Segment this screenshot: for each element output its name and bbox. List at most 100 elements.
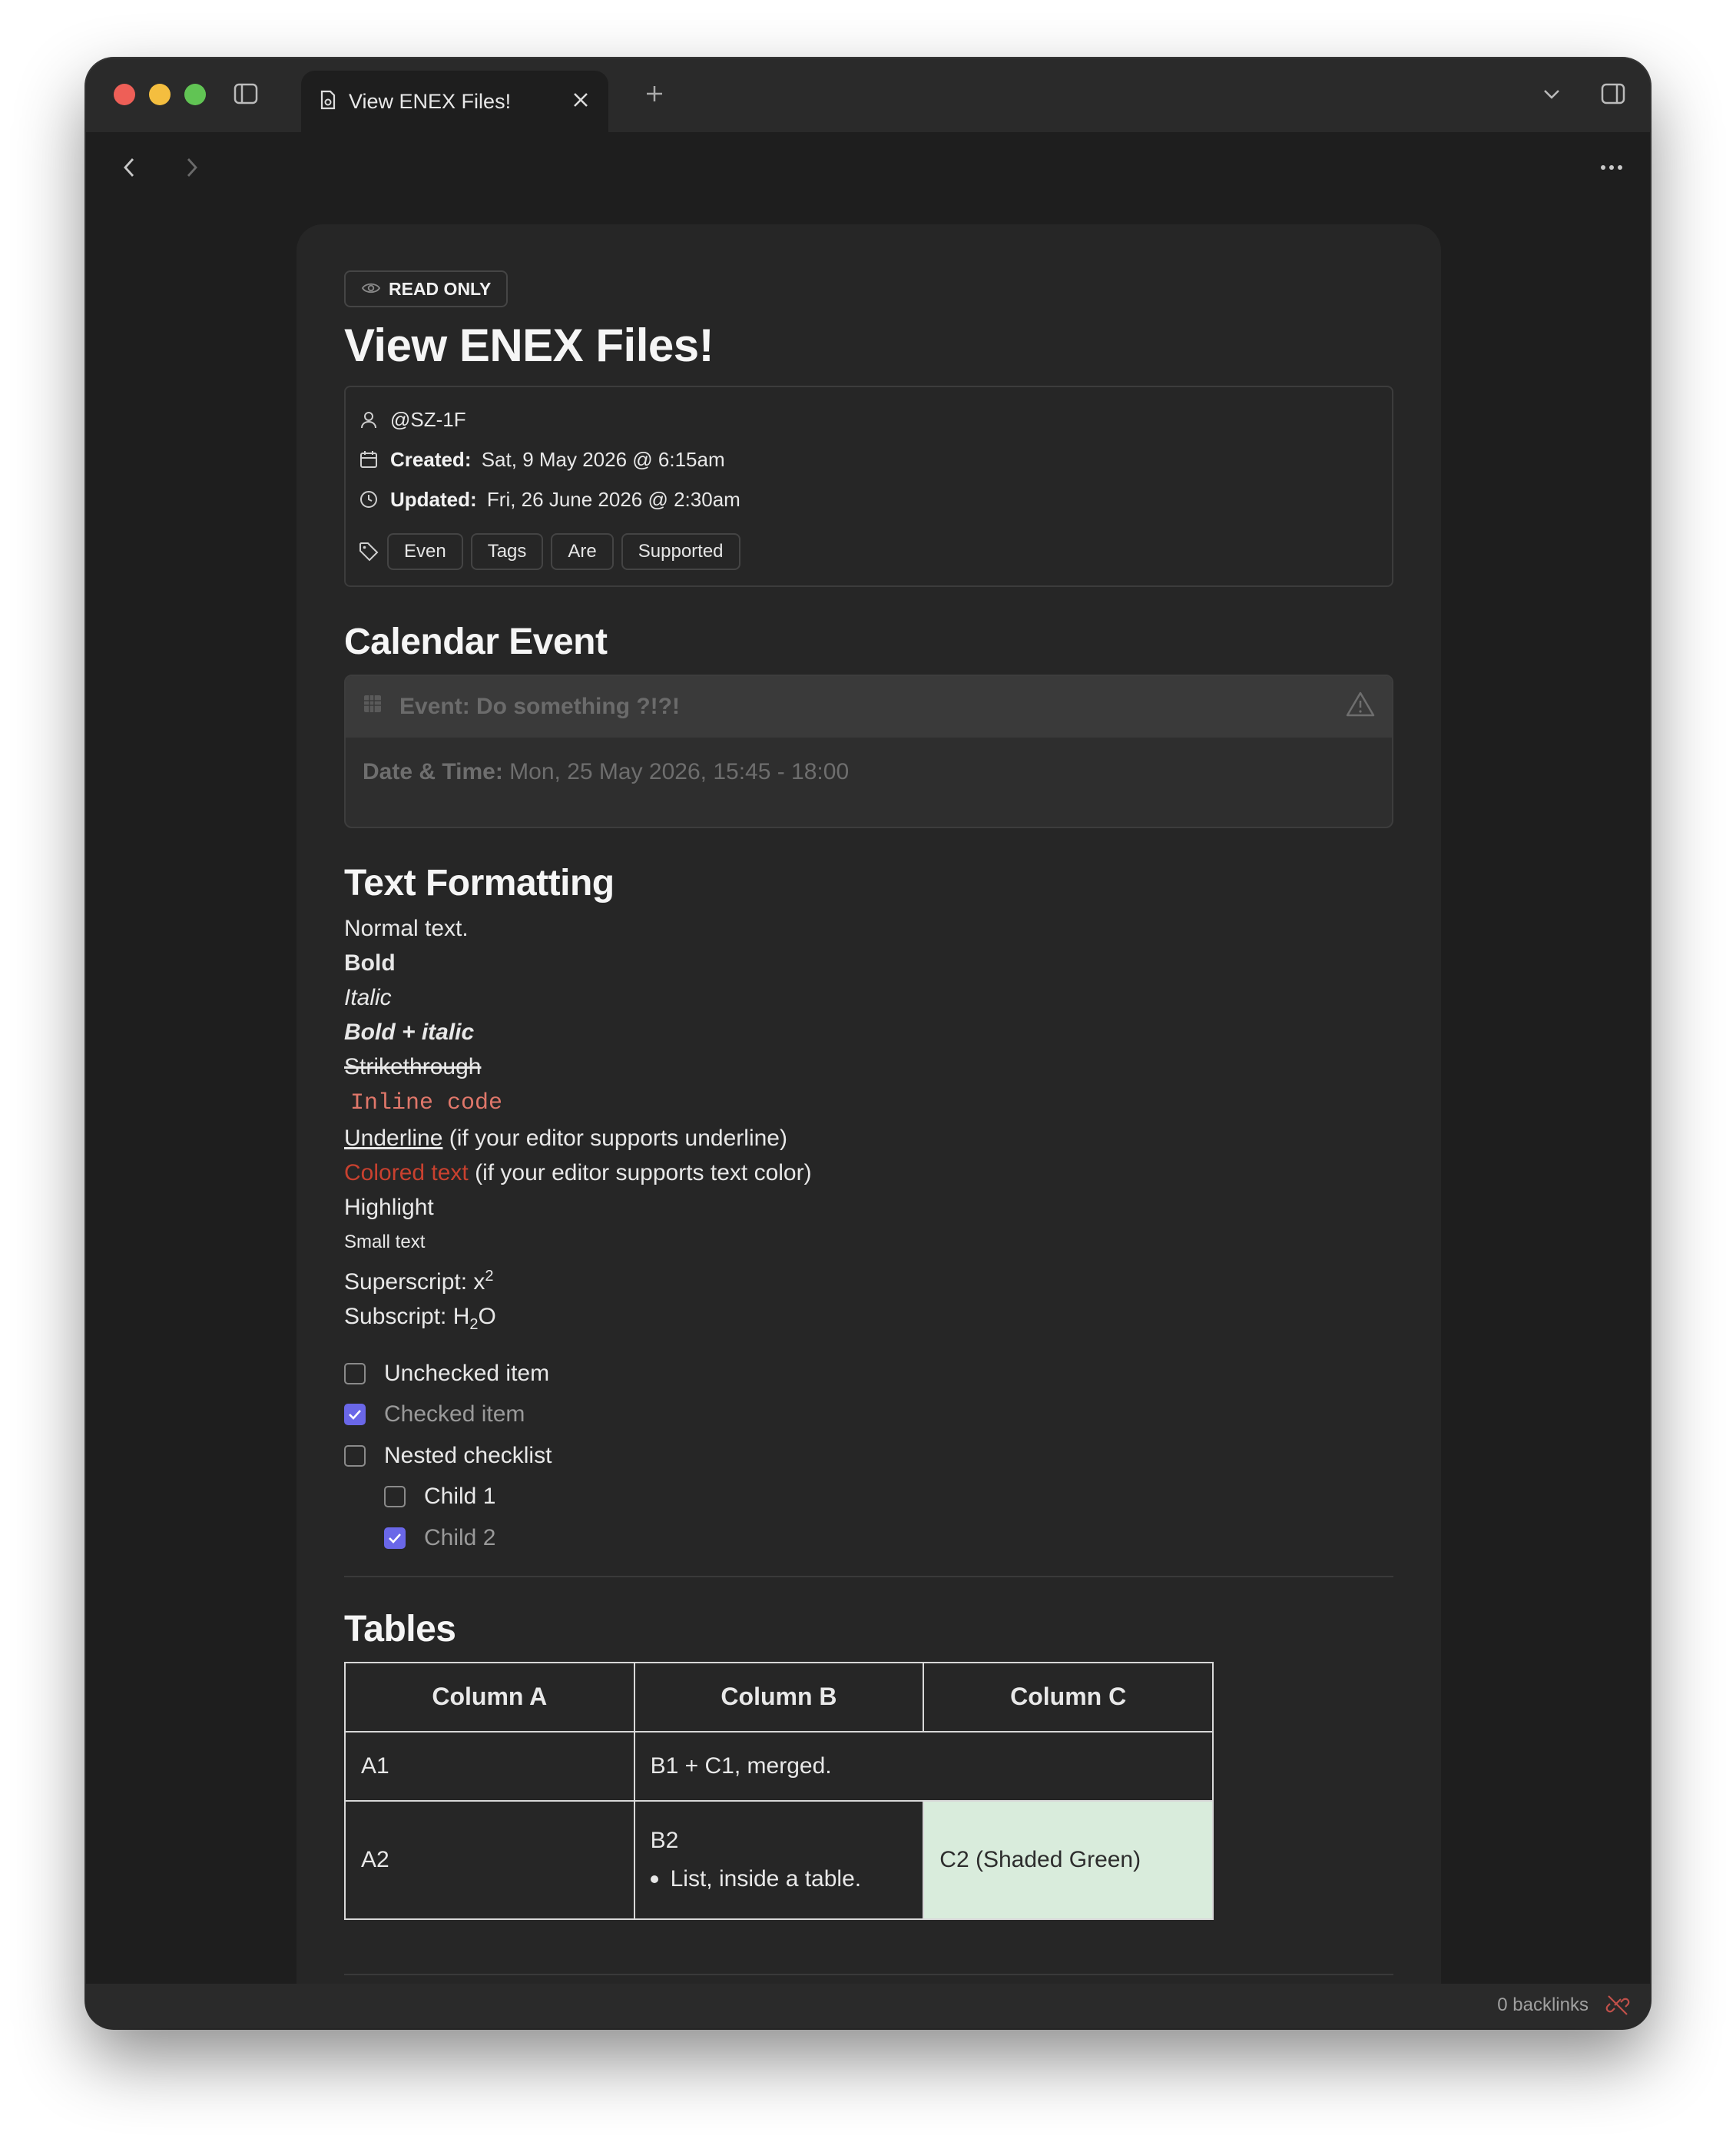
checkbox-checked[interactable] (344, 1404, 366, 1426)
checkmark-icon (389, 1533, 401, 1544)
inline-code: Inline code (350, 1090, 503, 1116)
list-item-text: List, inside a table. (670, 1865, 862, 1892)
checklist-item[interactable]: Nested checklist (344, 1435, 1393, 1477)
user-icon (358, 410, 379, 429)
title-bar: View ENEX Files! (86, 58, 1650, 132)
checkmark-icon (349, 1410, 361, 1421)
underline-line: Underline (if your editor supports under… (344, 1121, 1393, 1156)
checklist-child-item[interactable]: Child 2 (344, 1517, 1393, 1559)
forward-arrow-icon[interactable] (172, 148, 212, 187)
column-header: Column C (923, 1661, 1214, 1732)
colored-line: Colored text (if your editor supports te… (344, 1156, 1393, 1190)
author-name: @SZ-1F (390, 407, 466, 431)
tag-icon (358, 542, 379, 562)
checkbox[interactable] (384, 1486, 406, 1508)
underline-note: (if your editor supports underline) (442, 1126, 787, 1151)
event-title: Event: Do something ?!?! (399, 694, 680, 719)
calendar-grid-icon (363, 694, 383, 720)
new-tab-icon[interactable] (636, 75, 673, 112)
table-row: A1 B1 + C1, merged. (344, 1730, 1214, 1802)
superscript-value: 2 (485, 1268, 494, 1285)
metadata-panel: @SZ-1F Created: Sat, 9 May 2026 @ 6:15am… (344, 386, 1393, 587)
underline-text: Underline (344, 1126, 443, 1151)
updated-row: Updated: Fri, 26 June 2026 @ 2:30am (358, 479, 1380, 519)
tag-chip[interactable]: Tags (470, 533, 544, 570)
list-item: List, inside a table. (650, 1865, 908, 1892)
column-header: Column B (633, 1661, 925, 1732)
checklist-label: Child 1 (424, 1484, 496, 1510)
colored-text: Colored text (344, 1160, 469, 1185)
checklist-child-item[interactable]: Child 1 (344, 1477, 1393, 1518)
italic-text: Italic (344, 985, 392, 1010)
small-text: Small text (344, 1232, 426, 1252)
tag-chip[interactable]: Are (551, 533, 614, 570)
divider (344, 1973, 1393, 1975)
close-tab-icon[interactable] (571, 91, 590, 113)
status-bar: 0 backlinks (86, 1984, 1650, 2028)
highlight-text: Highlight (344, 1195, 434, 1220)
subscript-tail: O (478, 1304, 496, 1329)
close-window-button[interactable] (114, 84, 135, 105)
app-window: View ENEX Files! READ ONLY View ENEX Fil… (86, 58, 1650, 2028)
backlinks-count[interactable]: 0 backlinks (1497, 1994, 1589, 2016)
author-row: @SZ-1F (358, 400, 1380, 439)
bullet-icon (650, 1875, 658, 1883)
link-off-icon[interactable] (1605, 1993, 1630, 2021)
note-content: READ ONLY View ENEX Files! @SZ-1F Create… (344, 270, 1393, 1975)
navigation-bar (86, 132, 1650, 203)
table-cell-shaded: C2 (Shaded Green) (923, 1799, 1214, 1920)
page-title: View ENEX Files! (344, 320, 714, 371)
checklist-item[interactable]: Checked item (344, 1394, 1393, 1436)
right-sidebar-toggle-icon[interactable] (1595, 75, 1632, 112)
created-row: Created: Sat, 9 May 2026 @ 6:15am (358, 439, 1380, 479)
document-icon (320, 90, 336, 114)
warning-icon (1346, 691, 1375, 723)
updated-value: Fri, 26 June 2026 @ 2:30am (486, 487, 740, 511)
read-only-badge: READ ONLY (344, 270, 509, 307)
checklist-item[interactable]: Unchecked item (344, 1353, 1393, 1394)
checkbox-checked[interactable] (384, 1527, 406, 1549)
calendar-event-header: Event: Do something ?!?! (346, 676, 1392, 738)
sidebar-toggle-icon[interactable] (227, 75, 264, 112)
checklist-label: Checked item (384, 1401, 525, 1427)
tag-chip[interactable]: Supported (621, 533, 740, 570)
bold-italic-text: Bold + italic (344, 1020, 475, 1045)
divider (344, 1575, 1393, 1577)
back-arrow-icon[interactable] (109, 148, 149, 187)
more-options-icon[interactable] (1592, 148, 1632, 187)
tab-active[interactable]: View ENEX Files! (301, 71, 608, 132)
column-header: Column A (344, 1661, 635, 1732)
created-label: Created: (390, 447, 472, 471)
tab-title: View ENEX Files! (349, 89, 512, 113)
zoom-window-button[interactable] (184, 84, 206, 105)
datetime-value: Mon, 25 May 2026, 15:45 - 18:00 (509, 759, 850, 784)
table-cell: A2 (344, 1799, 635, 1920)
table-header-row: Column A Column B Column C (344, 1661, 1214, 1732)
eye-icon (361, 279, 381, 300)
chevron-down-icon[interactable] (1533, 75, 1570, 112)
subscript-line: Subscript: H2O (344, 1299, 1393, 1342)
calendar-icon (358, 450, 379, 469)
created-value: Sat, 9 May 2026 @ 6:15am (481, 447, 725, 471)
tag-chip[interactable]: Even (387, 533, 463, 570)
calendar-heading: Calendar Event (344, 622, 608, 662)
checklist-label: Nested checklist (384, 1442, 552, 1468)
checklist-label: Unchecked item (384, 1360, 550, 1386)
subscript-label: Subscript: H (344, 1304, 470, 1329)
text-formatting-heading: Text Formatting (344, 863, 615, 904)
data-table: Column A Column B Column C A1 B1 + C1, m… (344, 1661, 1214, 1920)
minimize-window-button[interactable] (149, 84, 171, 105)
subscript-value: 2 (469, 1316, 479, 1333)
checkbox[interactable] (344, 1362, 366, 1384)
colored-note: (if your editor supports text color) (468, 1160, 812, 1185)
note-view: READ ONLY View ENEX Files! @SZ-1F Create… (297, 224, 1441, 1991)
read-only-label: READ ONLY (389, 278, 492, 299)
checklist: Unchecked item Checked item Nested check… (344, 1353, 1393, 1559)
superscript-label: Superscript: x (344, 1269, 485, 1295)
normal-text: Normal text. (344, 916, 469, 941)
checklist-label: Child 2 (424, 1524, 496, 1550)
checkbox[interactable] (344, 1444, 366, 1467)
calendar-event-card: Event: Do something ?!?! Date & Time: Mo… (344, 675, 1393, 828)
table-cell: A1 (344, 1730, 635, 1802)
strikethrough-text: Strikethrough (344, 1054, 482, 1079)
